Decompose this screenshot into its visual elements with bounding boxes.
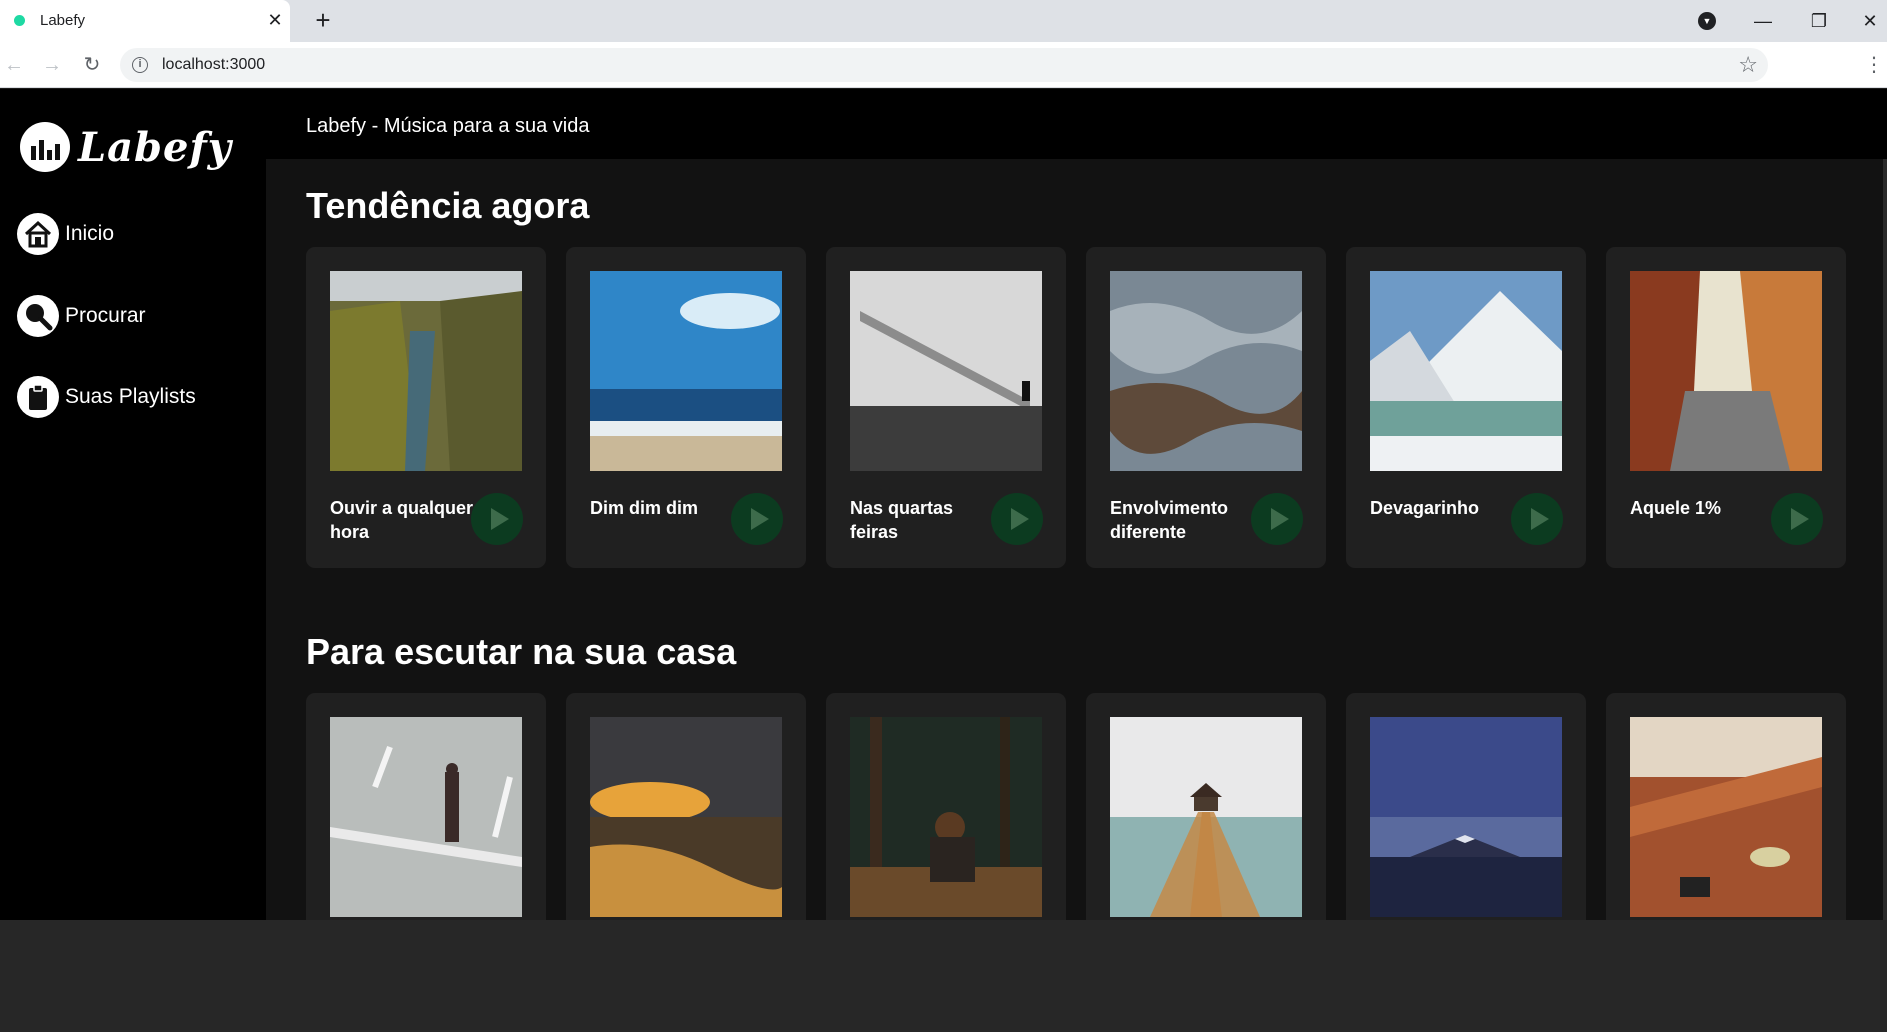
minimize-icon[interactable]: — [1746,4,1780,38]
bookmark-star-icon[interactable]: ☆ [1738,52,1758,78]
cover-image [1110,717,1302,917]
play-button[interactable] [1251,493,1303,545]
sidebar: Labefy Inicio Procurar Suas Playlists [0,89,266,920]
playlist-card[interactable] [826,693,1066,920]
sidebar-item-label: Inicio [65,222,115,245]
profile-dropdown-icon[interactable]: ▼ [1690,4,1724,38]
sidebar-item-label: Suas Playlists [65,385,196,408]
playlist-card[interactable] [566,693,806,920]
playlist-card[interactable]: Ouvir a qualquer hora [306,247,546,568]
cover-image [330,717,522,917]
logo-text: Labefy [78,123,232,171]
browser-menu-icon[interactable]: ⋮ [1860,51,1887,79]
browser-tabstrip: Labefy ✕ + ▼ — ❐ ✕ [0,0,1887,42]
sidebar-item-procurar[interactable]: Procurar [17,295,146,337]
card-title: Nas quartas feiras [850,498,954,542]
playlist-card[interactable] [1086,693,1326,920]
section-title: Para escutar na sua casa [306,631,737,672]
card-row: Ouvir a qualquer hora Dim dim dim Nas qu… [306,247,1846,568]
browser-tab[interactable]: Labefy ✕ [0,0,290,42]
address-bar[interactable]: i localhost:3000 ☆ [120,48,1768,82]
play-button[interactable] [1511,493,1563,545]
forward-icon[interactable]: → [38,51,66,79]
home-icon [17,213,59,255]
cover-image [330,271,522,471]
equalizer-logo-icon [20,122,70,172]
playlist-card[interactable]: Dim dim dim [566,247,806,568]
playlist-card[interactable] [306,693,546,920]
card-title: Dim dim dim [590,498,699,518]
tab-title: Labefy [40,12,86,29]
card-title: Ouvir a qualquer hora [330,498,474,542]
play-icon [1790,508,1809,530]
app-root: Labefy Inicio Procurar Suas Playlists La… [0,89,1887,920]
play-icon [1010,508,1029,530]
player-bar [0,920,1887,1032]
play-button[interactable] [991,493,1043,545]
sidebar-item-suas-playlists[interactable]: Suas Playlists [17,376,196,418]
cover-image [590,717,782,917]
cover-image [850,717,1042,917]
cover-image [850,271,1042,471]
play-icon [750,508,769,530]
tab-favicon-icon [14,15,25,26]
back-icon[interactable]: ← [0,51,28,79]
card-title: Envolvimento diferente [1110,498,1229,542]
search-icon [17,295,59,337]
sidebar-item-label: Procurar [65,304,146,327]
playlist-card[interactable] [1606,693,1846,920]
playlist-card[interactable] [1346,693,1586,920]
playlist-card[interactable]: Aquele 1% [1606,247,1846,568]
cover-image [1630,717,1822,917]
play-button[interactable] [731,493,783,545]
cover-image [1370,717,1562,917]
main-scrollbar[interactable] [1883,159,1887,920]
cover-image [1370,271,1562,471]
page-title: Labefy - Música para a sua vida [306,115,590,137]
play-button[interactable] [471,493,523,545]
reload-icon[interactable]: ↻ [78,51,106,79]
card-title: Devagarinho [1370,498,1480,518]
play-button[interactable] [1771,493,1823,545]
section-title: Tendência agora [306,185,590,226]
card-title: Aquele 1% [1630,498,1722,518]
sidebar-item-inicio[interactable]: Inicio [17,213,114,255]
site-info-icon[interactable]: i [132,57,148,73]
logo[interactable]: Labefy [20,121,232,173]
playlist-card[interactable]: Envolvimento diferente [1086,247,1326,568]
restore-icon[interactable]: ❐ [1802,4,1836,38]
play-icon [490,508,509,530]
playlist-card[interactable]: Nas quartas feiras [826,247,1066,568]
url-text[interactable]: localhost:3000 [162,56,265,74]
cover-image [590,271,782,471]
play-icon [1270,508,1289,530]
main-content: Tendência agora Ouvir a qualquer hora Di… [266,159,1887,920]
new-tab-button[interactable]: + [310,7,336,34]
cover-image [1630,271,1822,471]
play-icon [1530,508,1549,530]
browser-toolbar: ← → ↻ i localhost:3000 ☆ ⋮ [0,42,1887,88]
window-close-icon[interactable]: ✕ [1853,4,1887,38]
playlist-card[interactable]: Devagarinho [1346,247,1586,568]
cover-image [1110,271,1302,471]
top-header: Labefy - Música para a sua vida [266,89,1887,159]
tab-close-icon[interactable]: ✕ [264,9,286,31]
card-row [306,693,1846,920]
clipboard-icon [17,376,59,418]
